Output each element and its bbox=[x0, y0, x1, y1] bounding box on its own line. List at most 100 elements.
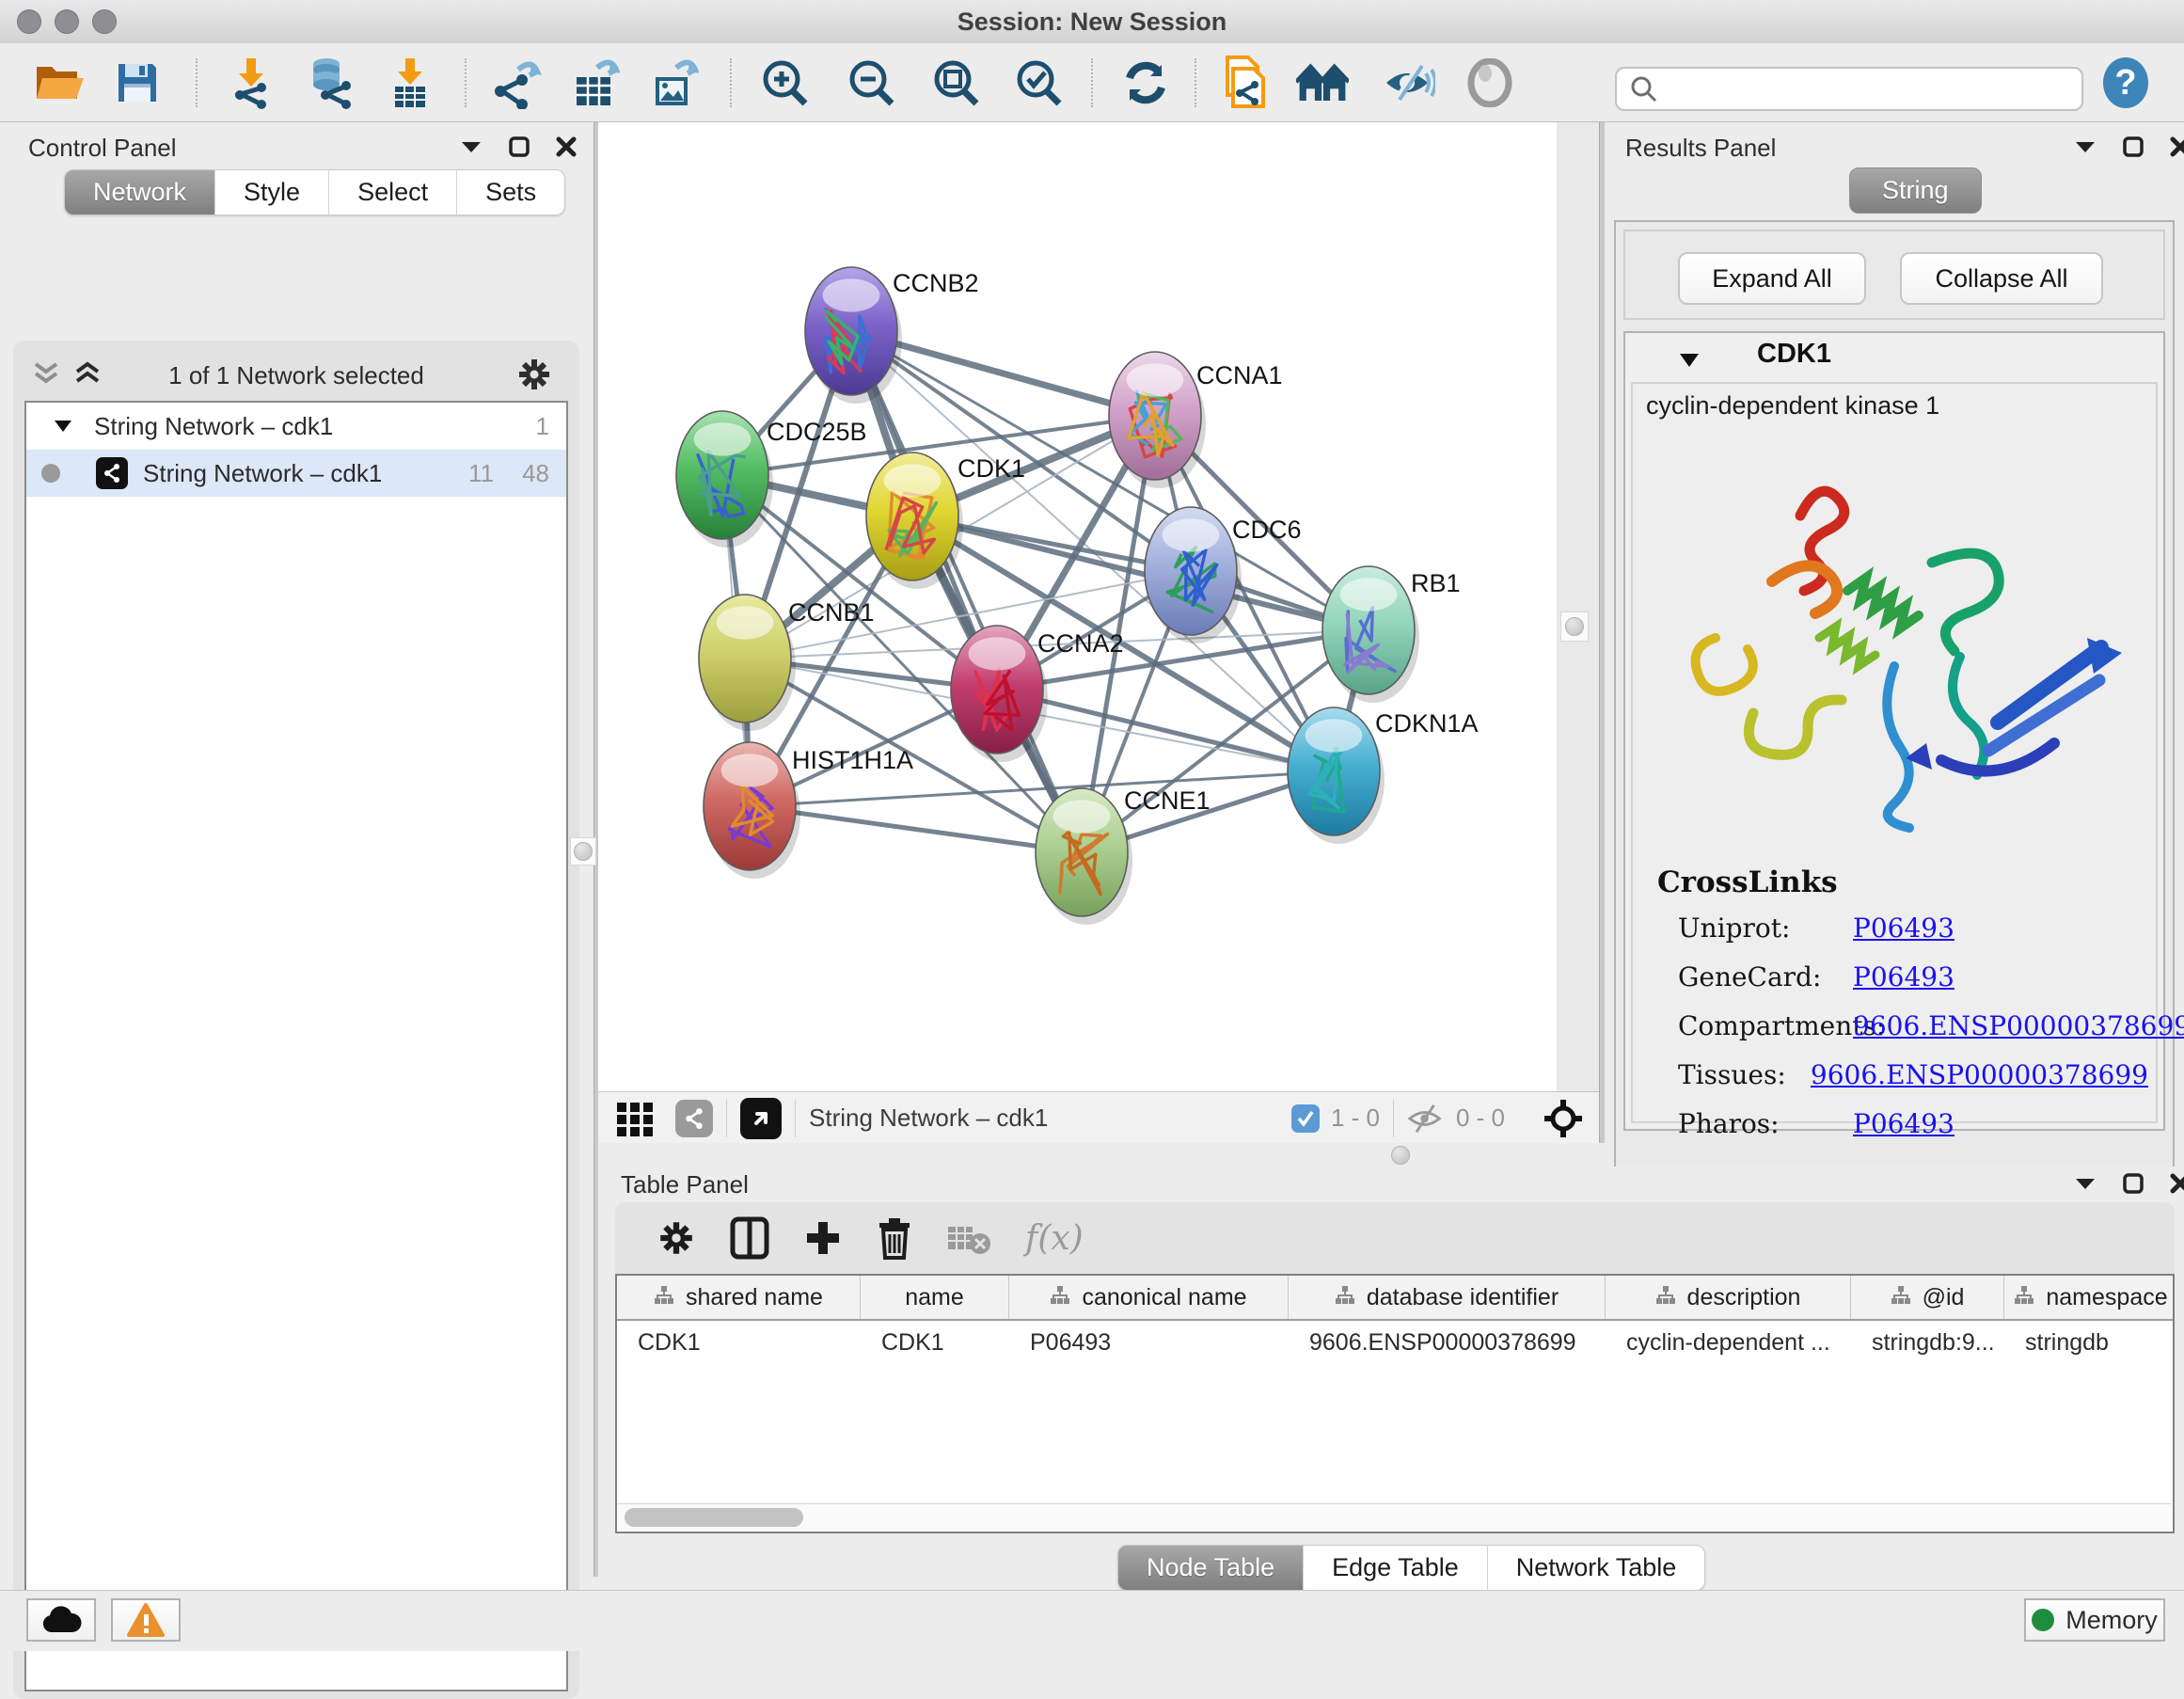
network-node-RB1[interactable] bbox=[1322, 566, 1419, 703]
create-column-icon[interactable] bbox=[803, 1218, 843, 1258]
crosslink-link[interactable]: P06493 bbox=[1853, 913, 1955, 944]
network-graph[interactable]: CCNB2CCNA1CDC25BCDK1CDC6RB1CCNB1CCNA2CDK… bbox=[598, 122, 1557, 1091]
results-panel-title: Results Panel bbox=[1625, 134, 1776, 163]
import-network-from-file-icon[interactable] bbox=[224, 56, 277, 109]
network-view-type-icon[interactable] bbox=[675, 1100, 713, 1137]
panel-menu-icon[interactable] bbox=[2073, 1175, 2097, 1192]
horizontal-splitter-handle[interactable] bbox=[1391, 1146, 1410, 1165]
show-all-icon[interactable] bbox=[1464, 56, 1516, 109]
hide-selected-icon[interactable] bbox=[1383, 56, 1435, 109]
memory-label: Memory bbox=[2065, 1606, 2158, 1635]
apply-preferred-layout-icon[interactable] bbox=[1119, 56, 1172, 109]
zoom-out-icon[interactable] bbox=[845, 56, 897, 109]
tree-collapse-icon[interactable] bbox=[53, 419, 73, 434]
show-columns-icon[interactable] bbox=[730, 1216, 769, 1260]
column-header-@id[interactable]: @id bbox=[1851, 1276, 2004, 1319]
gene-detail-box: cyclin-dependent kinase 1 bbox=[1631, 382, 2158, 1123]
tab-node-table[interactable]: Node Table bbox=[1118, 1546, 1304, 1590]
export-table-icon[interactable] bbox=[570, 56, 623, 109]
export-network-icon[interactable] bbox=[491, 56, 544, 109]
birds-eye-view-icon[interactable] bbox=[740, 1098, 782, 1139]
open-session-icon[interactable] bbox=[34, 56, 87, 109]
network-tree-child-row[interactable]: String Network – cdk1 11 48 bbox=[26, 450, 566, 497]
network-node-CDC6[interactable] bbox=[1145, 507, 1242, 643]
panel-float-icon[interactable] bbox=[2122, 135, 2144, 158]
panel-close-icon[interactable] bbox=[2169, 135, 2184, 158]
column-header-shared-name[interactable]: shared name bbox=[617, 1276, 861, 1319]
search-input[interactable] bbox=[1658, 73, 2066, 104]
help-icon[interactable]: ? bbox=[2099, 56, 2152, 109]
import-table-from-file-icon[interactable] bbox=[384, 56, 436, 109]
crosslink-link[interactable]: 9606.ENSP00000378699 bbox=[1853, 1010, 2184, 1041]
table-cell[interactable]: stringdb bbox=[2004, 1321, 2175, 1364]
column-header-database-identifier[interactable]: database identifier bbox=[1289, 1276, 1606, 1319]
column-header-namespace[interactable]: namespace bbox=[2004, 1276, 2175, 1319]
network-options-gear-icon[interactable] bbox=[515, 356, 553, 393]
fit-selection-crosshair-icon[interactable] bbox=[1543, 1098, 1584, 1139]
right-splitter-handle[interactable] bbox=[1560, 611, 1589, 642]
network-node-HIST1H1A[interactable] bbox=[704, 742, 800, 879]
node-table: shared namenamecanonical namedatabase id… bbox=[615, 1274, 2175, 1533]
current-network-indicator bbox=[41, 464, 60, 483]
table-cell[interactable]: CDK1 bbox=[617, 1321, 861, 1364]
column-header-name[interactable]: name bbox=[861, 1276, 1009, 1319]
zoom-in-icon[interactable] bbox=[758, 56, 811, 109]
panel-close-icon[interactable] bbox=[555, 135, 578, 158]
selected-checkbox-icon[interactable] bbox=[1291, 1104, 1320, 1133]
crosslink-link[interactable]: 9606.ENSP00000378699 bbox=[1811, 1059, 2148, 1090]
export-image-icon[interactable] bbox=[649, 56, 702, 109]
table-cell[interactable]: CDK1 bbox=[861, 1321, 1009, 1364]
zoom-selected-region-icon[interactable] bbox=[1012, 56, 1065, 109]
table-cell[interactable]: 9606.ENSP00000378699 bbox=[1289, 1321, 1606, 1364]
toolbar-separator bbox=[1195, 58, 1196, 107]
tab-style[interactable]: Style bbox=[215, 170, 329, 214]
network-node-CDKN1A[interactable] bbox=[1288, 707, 1385, 844]
node-label-CDC6: CDC6 bbox=[1232, 516, 1302, 544]
table-horizontal-scrollbar[interactable] bbox=[617, 1503, 2171, 1531]
crosslink-link[interactable]: P06493 bbox=[1853, 1108, 1955, 1139]
panel-float-icon[interactable] bbox=[2122, 1172, 2144, 1195]
panel-menu-icon[interactable] bbox=[459, 138, 483, 155]
table-cell[interactable]: cyclin-dependent ... bbox=[1606, 1321, 1851, 1364]
delete-column-trash-icon[interactable] bbox=[877, 1216, 912, 1260]
network-node-CCNB1[interactable] bbox=[699, 595, 796, 731]
table-settings-gear-icon[interactable] bbox=[657, 1218, 696, 1258]
cloud-status-button[interactable] bbox=[26, 1598, 96, 1642]
panel-menu-icon[interactable] bbox=[2073, 138, 2097, 155]
first-neighbors-icon[interactable] bbox=[1296, 56, 1349, 109]
collapse-all-button[interactable]: Collapse All bbox=[1900, 252, 2103, 305]
network-node-CCNE1[interactable] bbox=[1036, 788, 1132, 925]
scrollbar-thumb[interactable] bbox=[625, 1508, 803, 1527]
grid-view-icon[interactable] bbox=[615, 1099, 655, 1138]
new-network-from-selection-icon[interactable] bbox=[1219, 56, 1272, 109]
table-cell[interactable]: P06493 bbox=[1009, 1321, 1289, 1364]
table-cell[interactable]: stringdb:9... bbox=[1851, 1321, 2004, 1364]
tab-edge-table[interactable]: Edge Table bbox=[1304, 1546, 1488, 1590]
panel-close-icon[interactable] bbox=[2169, 1172, 2184, 1195]
gene-name-header[interactable]: CDK1 bbox=[1757, 339, 1831, 370]
save-session-icon[interactable] bbox=[111, 56, 164, 109]
expand-all-button[interactable]: Expand All bbox=[1678, 252, 1866, 305]
tab-select[interactable]: Select bbox=[329, 170, 457, 214]
panel-float-icon[interactable] bbox=[508, 135, 530, 158]
tab-sets[interactable]: Sets bbox=[457, 170, 564, 214]
control-panel-title: Control Panel bbox=[28, 134, 177, 163]
zoom-fit-content-icon[interactable] bbox=[929, 56, 982, 109]
import-network-from-database-icon[interactable] bbox=[303, 56, 356, 109]
left-splitter-handle[interactable] bbox=[570, 837, 596, 865]
crosslink-link[interactable]: P06493 bbox=[1853, 961, 1955, 992]
warnings-button[interactable] bbox=[111, 1598, 181, 1642]
column-header-description[interactable]: description bbox=[1606, 1276, 1851, 1319]
network-canvas[interactable]: CCNB2CCNA1CDC25BCDK1CDC6RB1CCNB1CCNA2CDK… bbox=[598, 122, 1557, 1091]
tab-network[interactable]: Network bbox=[65, 170, 215, 214]
results-tab-string[interactable]: String bbox=[1849, 167, 1982, 214]
section-collapse-icon[interactable] bbox=[1678, 352, 1701, 369]
network-node-CCNB2[interactable] bbox=[805, 267, 902, 404]
table-row[interactable]: CDK1CDK1P064939606.ENSP00000378699cyclin… bbox=[617, 1321, 2173, 1364]
hidden-eye-icon[interactable] bbox=[1407, 1104, 1445, 1134]
column-header-canonical-name[interactable]: canonical name bbox=[1009, 1276, 1289, 1319]
memory-button[interactable]: Memory bbox=[2024, 1598, 2165, 1642]
tab-network-table[interactable]: Network Table bbox=[1488, 1546, 1705, 1590]
network-tree-root-row[interactable]: String Network – cdk1 1 bbox=[26, 403, 566, 450]
network-name-label: String Network – cdk1 bbox=[143, 459, 382, 488]
